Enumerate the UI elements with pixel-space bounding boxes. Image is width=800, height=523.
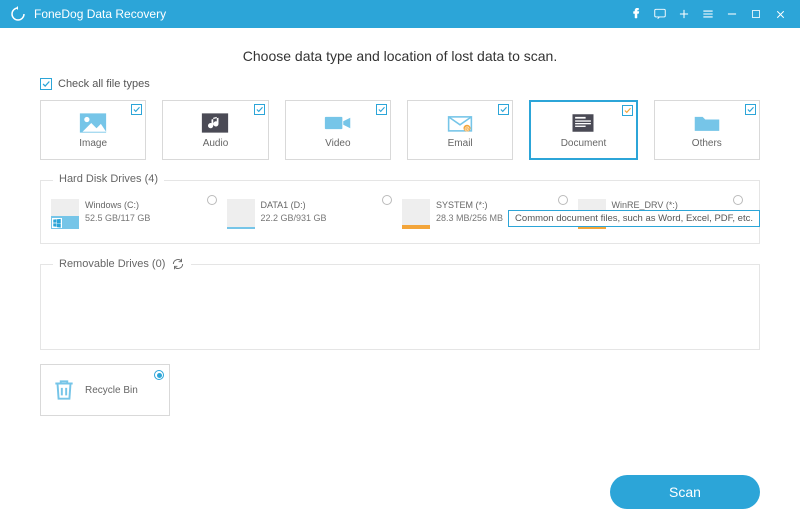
tile-others-label: Others	[692, 138, 722, 149]
recycle-bin-label: Recycle Bin	[85, 385, 138, 396]
refresh-icon[interactable]	[171, 257, 185, 271]
minimize-icon[interactable]	[722, 4, 742, 24]
feedback-icon[interactable]	[650, 4, 670, 24]
section-hdd-legend: Hard Disk Drives (4)	[53, 173, 164, 185]
tile-audio[interactable]: Audio	[162, 100, 268, 160]
scan-button[interactable]: Scan	[610, 475, 760, 509]
drive-radio[interactable]	[382, 195, 392, 205]
video-icon	[324, 112, 352, 134]
app-title: FoneDog Data Recovery	[34, 7, 166, 21]
tile-audio-label: Audio	[203, 138, 229, 149]
check-all-label: Check all file types	[58, 78, 150, 90]
trash-icon	[51, 377, 77, 403]
drive-usage-icon	[227, 199, 255, 229]
drive-usage-icon	[402, 199, 430, 229]
tile-email-checkbox[interactable]	[498, 104, 509, 115]
tile-image-label: Image	[79, 138, 107, 149]
scan-button-label: Scan	[669, 484, 701, 500]
tile-email[interactable]: @ Email	[407, 100, 513, 160]
tile-document-checkbox[interactable]	[622, 105, 633, 116]
tile-others-checkbox[interactable]	[745, 104, 756, 115]
close-icon[interactable]	[770, 4, 790, 24]
drive-usage-icon	[51, 199, 79, 229]
page-heading: Choose data type and location of lost da…	[40, 48, 760, 64]
tile-others[interactable]: Others	[654, 100, 760, 160]
tile-document-label: Document	[561, 138, 607, 149]
tile-email-label: Email	[448, 138, 473, 149]
document-tooltip: Common document files, such as Word, Exc…	[508, 210, 760, 227]
audio-icon	[201, 112, 229, 134]
svg-text:@: @	[464, 126, 469, 132]
image-icon	[79, 112, 107, 134]
drive-name: SYSTEM (*:)	[436, 199, 503, 212]
document-icon	[569, 112, 597, 134]
email-icon: @	[446, 112, 474, 134]
tile-image-checkbox[interactable]	[131, 104, 142, 115]
drive-radio[interactable]	[733, 195, 743, 205]
drive-size: 28.3 MB/256 MB	[436, 212, 503, 225]
drive-item[interactable]: DATA1 (D:)22.2 GB/931 GB	[227, 195, 399, 233]
check-all-row[interactable]: Check all file types	[40, 78, 760, 90]
drive-name: Windows (C:)	[85, 199, 150, 212]
drive-name: DATA1 (D:)	[261, 199, 327, 212]
tile-document[interactable]: Document	[529, 100, 637, 160]
tile-video-label: Video	[325, 138, 350, 149]
recycle-bin-radio[interactable]	[154, 370, 164, 380]
title-bar: FoneDog Data Recovery	[0, 0, 800, 28]
tile-video-checkbox[interactable]	[376, 104, 387, 115]
app-logo-icon	[10, 6, 26, 22]
drive-item[interactable]: Windows (C:)52.5 GB/117 GB	[51, 195, 223, 233]
menu-icon[interactable]	[698, 4, 718, 24]
tile-video[interactable]: Video	[285, 100, 391, 160]
section-removable-legend: Removable Drives (0)	[59, 258, 165, 270]
drive-size: 22.2 GB/931 GB	[261, 212, 327, 225]
drive-radio[interactable]	[558, 195, 568, 205]
folder-icon	[693, 112, 721, 134]
maximize-icon[interactable]	[746, 4, 766, 24]
facebook-icon[interactable]	[626, 4, 646, 24]
drive-size: 52.5 GB/117 GB	[85, 212, 150, 225]
tile-audio-checkbox[interactable]	[254, 104, 265, 115]
check-all-checkbox[interactable]	[40, 78, 52, 90]
plus-icon[interactable]	[674, 4, 694, 24]
tile-recycle-bin[interactable]: Recycle Bin	[40, 364, 170, 416]
tile-image[interactable]: Image	[40, 100, 146, 160]
drive-radio[interactable]	[207, 195, 217, 205]
file-type-grid: Image Audio Video @ Email Document Other…	[40, 100, 760, 160]
section-removable: Removable Drives (0)	[40, 264, 760, 350]
